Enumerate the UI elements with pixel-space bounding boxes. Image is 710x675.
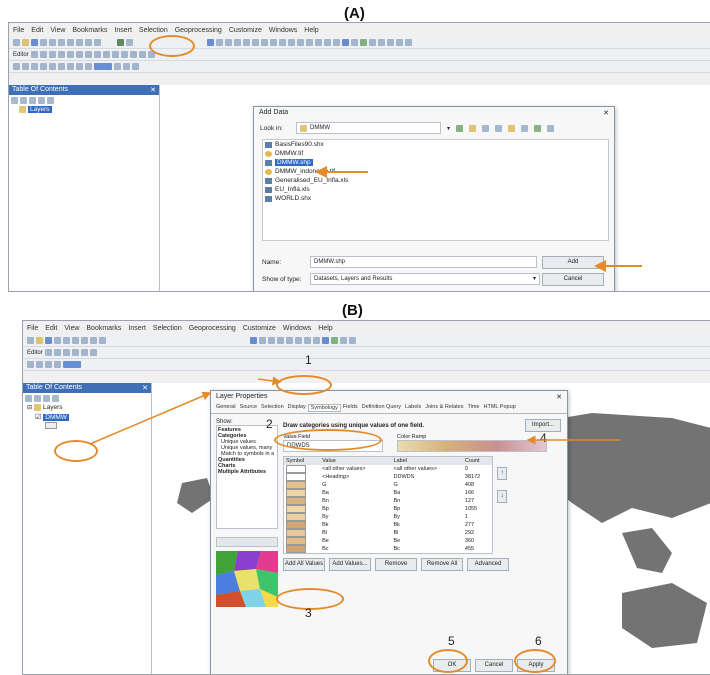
arrow-to-symbology-tab [257, 376, 282, 386]
arrow-layer-to-dialog [89, 391, 212, 445]
panel-b-arrows [89, 376, 620, 445]
panel-a-arrows [315, 166, 642, 272]
